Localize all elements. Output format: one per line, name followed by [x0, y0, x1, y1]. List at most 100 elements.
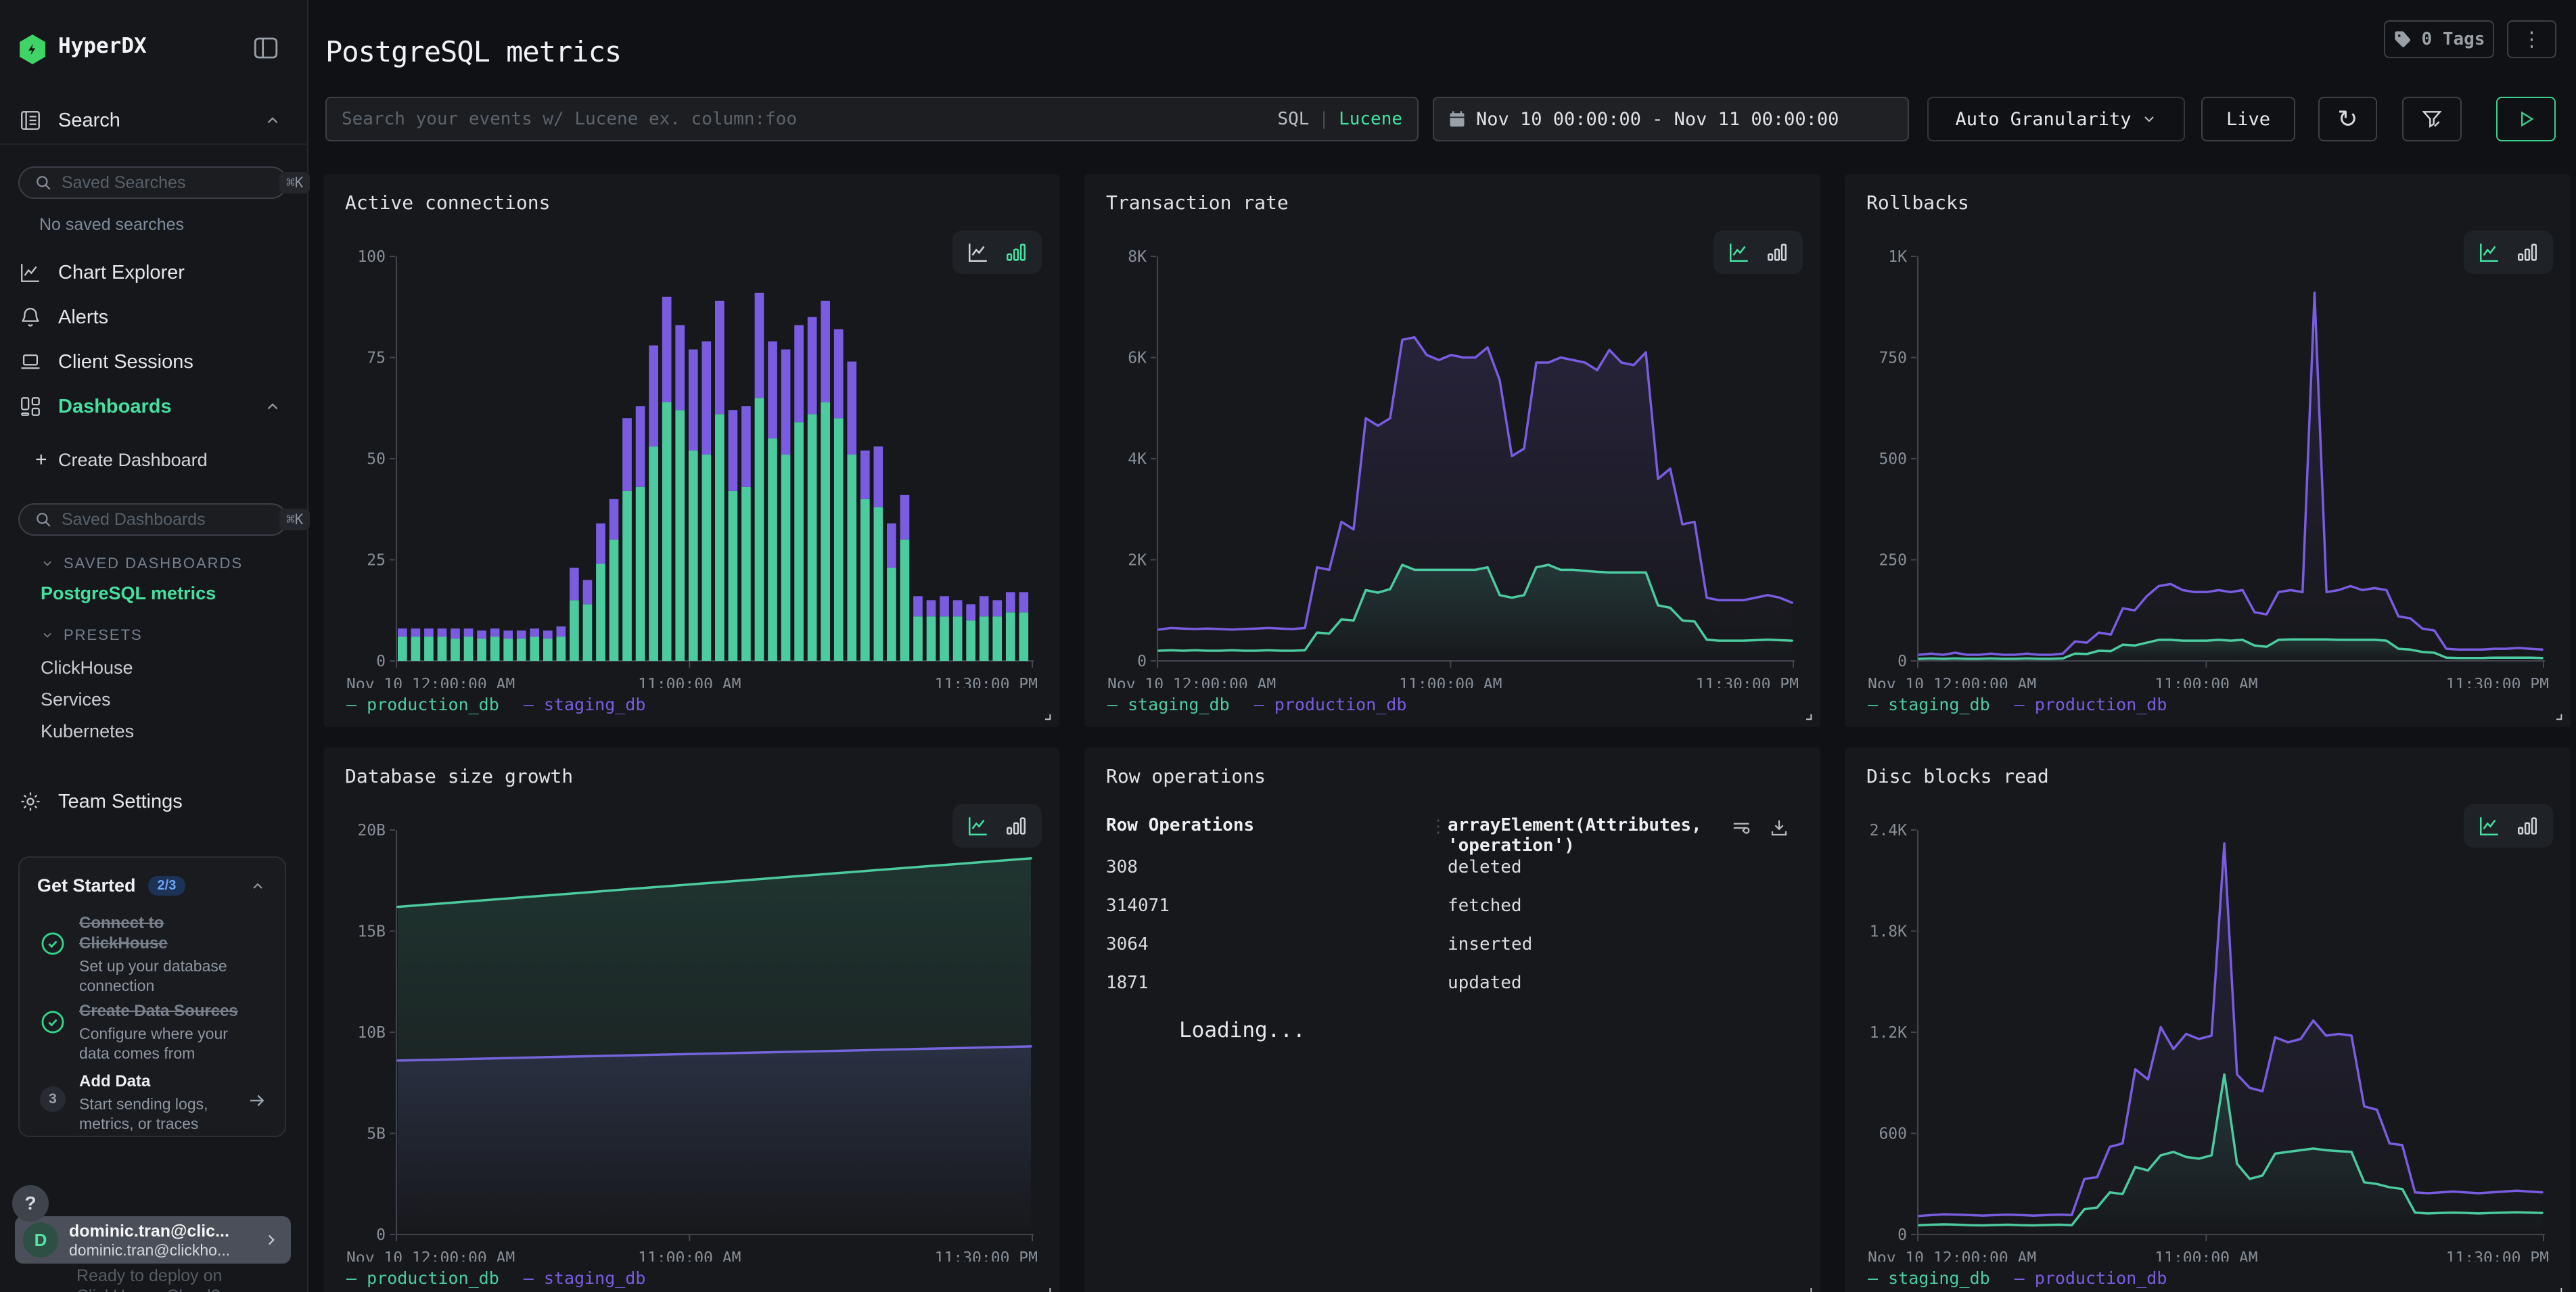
legend-item[interactable]: — production_db [346, 1268, 499, 1288]
panel-resize-handle[interactable] [1799, 707, 1814, 722]
column-separator-icon[interactable]: ⋮ [1429, 816, 1447, 837]
sidebar-item-search[interactable]: Search [0, 100, 308, 141]
panel-resize-handle[interactable] [1038, 707, 1053, 722]
legend-item[interactable]: — production_db [2015, 1268, 2167, 1288]
saved-searches-search[interactable]: ⌘K [18, 166, 288, 199]
table-row[interactable]: 1871updated [1106, 963, 1799, 1002]
table-col-header[interactable]: Row Operations [1106, 815, 1254, 835]
user-account-chip[interactable]: D dominic.tran@clic... dominic.tran@clic… [15, 1216, 291, 1264]
query-language-switch: SQL | Lucene [1277, 109, 1402, 129]
chart-canvas[interactable]: 06001.2K1.8K2.4KNov 10 12:00:00 AM11:00:… [1865, 815, 2550, 1262]
get-started-item-desc: Configure where your data comes from [79, 1024, 248, 1063]
chart-canvas[interactable]: 02505007501KNov 10 12:00:00 AM11:00:00 A… [1865, 241, 2550, 688]
sql-toggle[interactable]: SQL [1277, 109, 1309, 129]
sidebar-item-client-sessions[interactable]: Client Sessions [0, 342, 308, 382]
presets-section-header[interactable]: PRESETS [41, 626, 143, 644]
filter-button[interactable] [2402, 97, 2462, 141]
legend-item[interactable]: — production_db [1254, 695, 1407, 714]
saved-dashboards-search[interactable]: ⌘K [18, 503, 288, 536]
line-chart-toggle-icon[interactable] [2478, 241, 2501, 264]
get-started-header[interactable]: Get Started 2/3 [37, 875, 185, 896]
sidebar-preset-kubernetes[interactable]: Kubernetes [41, 721, 134, 742]
live-button[interactable]: Live [2201, 97, 2295, 141]
panel-title: Rollbacks [1866, 191, 1969, 214]
help-button[interactable]: ? [12, 1185, 49, 1222]
event-search-bar: SQL | Lucene [325, 97, 1419, 141]
bar-chart-toggle-icon[interactable] [2516, 241, 2539, 264]
panel-resize-handle[interactable] [1799, 1281, 1814, 1292]
sidebar-dashboard-postgresql-metrics[interactable]: PostgreSQL metrics [41, 583, 216, 604]
chart-canvas[interactable]: 05B10B15B20BNov 10 12:00:00 AM11:00:00 A… [344, 815, 1039, 1262]
svg-text:75: 75 [367, 350, 386, 367]
panel-resize-handle[interactable] [1038, 1281, 1053, 1292]
dashboard-menu-button[interactable]: ⋮ [2507, 20, 2556, 58]
line-chart-toggle-icon[interactable] [1728, 241, 1751, 264]
wrap-text-icon[interactable] [1731, 818, 1751, 838]
lucene-toggle[interactable]: Lucene [1339, 109, 1402, 129]
line-chart-toggle-icon[interactable] [967, 241, 990, 264]
svg-text:8K: 8K [1128, 248, 1147, 266]
svg-text:0: 0 [376, 653, 386, 670]
bar-chart-toggle-icon[interactable] [1005, 241, 1028, 264]
download-icon[interactable] [1769, 818, 1789, 838]
svg-text:0: 0 [1137, 653, 1147, 670]
granularity-select[interactable]: Auto Granularity [1927, 97, 2185, 141]
legend-item[interactable]: — staging_db [1107, 695, 1230, 714]
panel-resize-handle[interactable] [2549, 1281, 2564, 1292]
saved-searches-input[interactable] [62, 173, 279, 193]
chart-legend: — staging_db — production_db [1868, 695, 2167, 714]
legend-item[interactable]: — production_db [346, 695, 499, 714]
svg-text:6K: 6K [1128, 350, 1147, 367]
legend-item[interactable]: — staging_db [1868, 695, 1990, 714]
search-icon [34, 511, 52, 528]
event-search-input[interactable] [342, 109, 1277, 129]
chart-type-toggle [2464, 231, 2553, 274]
legend-item[interactable]: — staging_db [524, 695, 646, 714]
date-range-picker[interactable]: Nov 10 00:00:00 - Nov 11 00:00:00 [1433, 97, 1909, 141]
table-row[interactable]: 308deleted [1106, 848, 1799, 886]
sidebar-item-alerts[interactable]: Alerts [0, 297, 308, 338]
page-title: PostgreSQL metrics [325, 35, 621, 68]
refresh-button[interactable]: ↻ [2318, 97, 2377, 141]
sidebar-item-label: Chart Explorer [58, 262, 185, 284]
bar-chart-toggle-icon[interactable] [1005, 814, 1028, 837]
create-dashboard-button[interactable]: + Create Dashboard [0, 441, 308, 479]
panel-resize-handle[interactable] [2549, 707, 2564, 722]
table-cell: 314071 [1106, 896, 1170, 916]
sidebar-item-dashboards[interactable]: Dashboards [0, 386, 308, 427]
legend-item[interactable]: — staging_db [524, 1268, 646, 1288]
panel-database-size-growth: Database size growth — production_db— st… [323, 747, 1059, 1292]
sidebar-preset-clickhouse[interactable]: ClickHouse [41, 657, 133, 678]
bar-chart-toggle-icon[interactable] [2516, 814, 2539, 837]
sidebar-preset-services[interactable]: Services [41, 689, 111, 710]
sidebar-collapse-icon[interactable] [252, 34, 280, 62]
sidebar-item-label: Client Sessions [58, 351, 193, 373]
line-chart-toggle-icon[interactable] [967, 814, 990, 837]
svg-text:0: 0 [376, 1226, 386, 1244]
panel-active-connections: Active connections — production_db— stag… [323, 174, 1059, 727]
chart-canvas[interactable]: 0255075100Nov 10 12:00:00 AM11:00:00 AM1… [344, 241, 1039, 688]
legend-item[interactable]: — production_db [2015, 695, 2167, 714]
panel-title: Transaction rate [1106, 191, 1289, 214]
get-started-item-title: Connect to ClickHouse [79, 913, 248, 954]
table-row[interactable]: 3064inserted [1106, 925, 1799, 963]
legend-item[interactable]: — staging_db [1868, 1268, 1990, 1288]
sidebar-item-chart-explorer[interactable]: Chart Explorer [0, 252, 308, 293]
bar-chart-toggle-icon[interactable] [1766, 241, 1789, 264]
no-saved-searches-note: No saved searches [39, 215, 184, 235]
sidebar-item-label: Team Settings [58, 791, 183, 813]
refresh-icon: ↻ [2337, 105, 2358, 133]
tags-button[interactable]: 0 Tags [2384, 20, 2494, 58]
panel-title: Row operations [1106, 765, 1266, 787]
table-cell: 3064 [1106, 934, 1149, 954]
saved-dashboards-section-header[interactable]: SAVED DASHBOARDS [41, 555, 243, 572]
line-chart-toggle-icon[interactable] [2478, 814, 2501, 837]
run-query-button[interactable] [2496, 97, 2556, 141]
sidebar-item-team-settings[interactable]: Team Settings [0, 781, 308, 822]
chart-legend: — staging_db — production_db [1868, 1268, 2167, 1288]
granularity-value: Auto Granularity [1955, 109, 2131, 130]
saved-dashboards-input[interactable] [62, 510, 279, 530]
svg-text:Nov 10 12:00:00 AM: Nov 10 12:00:00 AM [1107, 676, 1276, 688]
table-row[interactable]: 314071fetched [1106, 886, 1799, 925]
chart-canvas[interactable]: 02K4K6K8KNov 10 12:00:00 AM11:00:00 AM11… [1105, 241, 1800, 688]
